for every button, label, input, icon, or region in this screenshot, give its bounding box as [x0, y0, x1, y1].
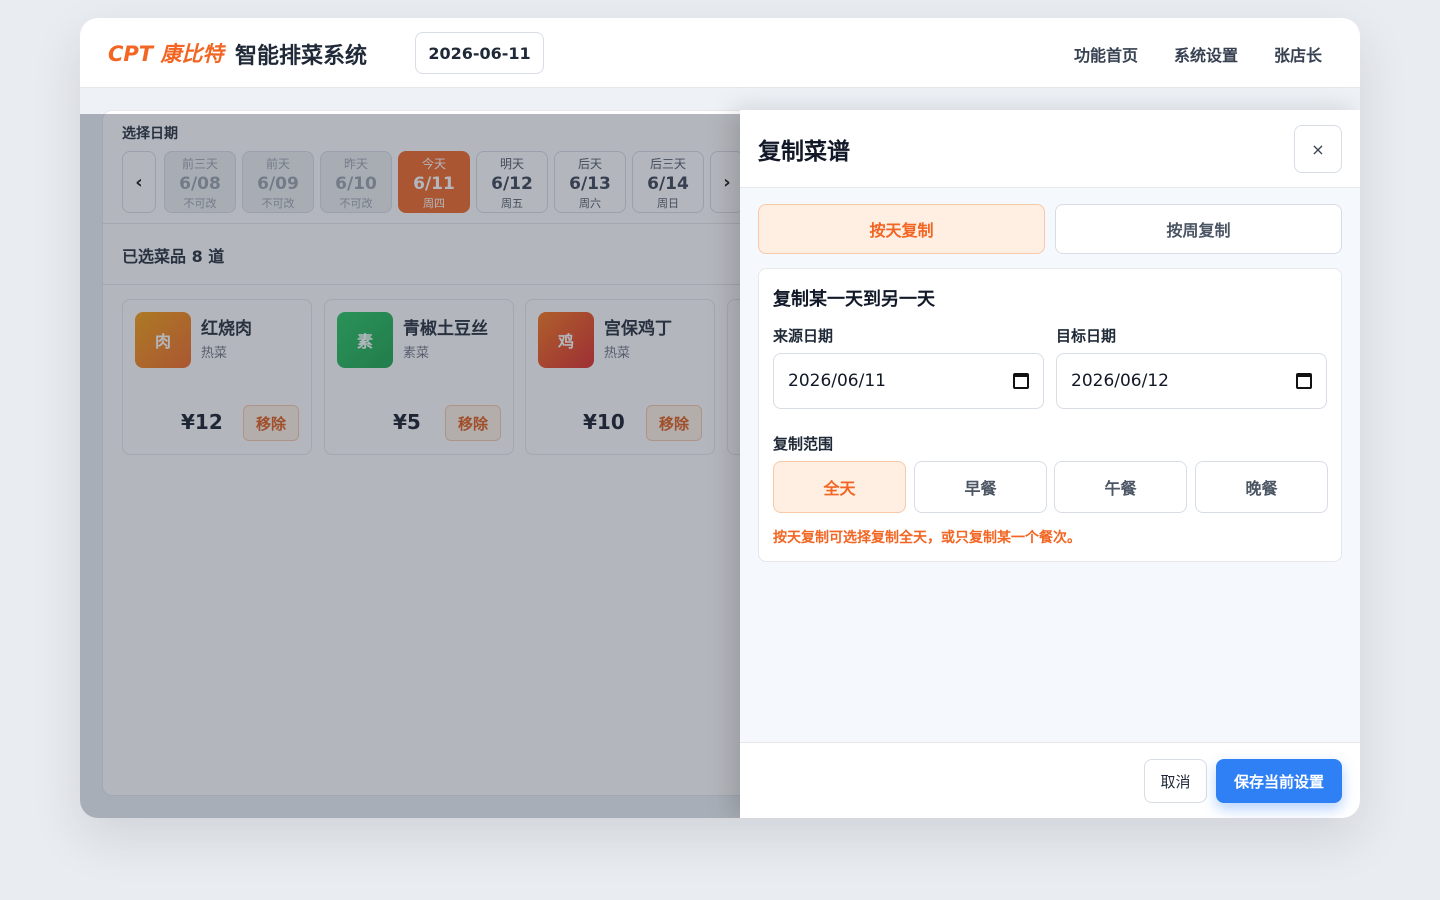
nav-settings[interactable]: 系统设置 — [1174, 42, 1238, 66]
close-button[interactable]: × — [1294, 125, 1342, 173]
app-title: 智能排菜系统 — [235, 44, 368, 69]
calendar-icon[interactable] — [1013, 373, 1029, 389]
calendar-icon[interactable] — [1296, 373, 1312, 389]
drawer-title: 复制菜谱 — [758, 139, 850, 165]
range-dinner-button[interactable]: 晚餐 — [1195, 461, 1328, 513]
range-all-day-button[interactable]: 全天 — [773, 461, 906, 513]
form-title: 复制某一天到另一天 — [773, 289, 935, 310]
target-date-value: 2026/06/12 — [1071, 371, 1169, 391]
app-window: CPT 康比特 智能排菜系统 2026-06-11 功能首页 系统设置 张店长 … — [80, 18, 1360, 818]
target-date-input[interactable]: 2026/06/12 — [1056, 353, 1327, 409]
copy-range-label: 复制范围 — [773, 435, 834, 453]
top-header: CPT 康比特 智能排菜系统 2026-06-11 功能首页 系统设置 张店长 — [80, 18, 1360, 88]
source-date-label: 来源日期 — [773, 327, 834, 345]
source-date-input[interactable]: 2026/06/11 — [773, 353, 1044, 409]
drawer-header: 复制菜谱 × — [740, 110, 1360, 188]
copy-menu-drawer: 复制菜谱 × 按天复制 按周复制 复制某一天到另一天 来源日期 目标日期 202… — [740, 110, 1360, 818]
copy-form-card: 复制某一天到另一天 来源日期 目标日期 2026/06/11 2026/06/1… — [758, 268, 1342, 562]
current-date-chip[interactable]: 2026-06-11 — [415, 32, 544, 74]
range-breakfast-button[interactable]: 早餐 — [914, 461, 1047, 513]
save-settings-button[interactable]: 保存当前设置 — [1216, 759, 1342, 803]
brand-logo: CPT 康比特 — [108, 42, 224, 66]
nav-home[interactable]: 功能首页 — [1074, 42, 1138, 66]
tab-copy-by-day[interactable]: 按天复制 — [758, 204, 1045, 254]
nav-user[interactable]: 张店长 — [1274, 42, 1322, 66]
cancel-button[interactable]: 取消 — [1144, 759, 1207, 803]
source-date-value: 2026/06/11 — [788, 371, 886, 391]
copy-hint-text: 按天复制可选择复制全天，或只复制某一个餐次。 — [773, 530, 1081, 546]
top-nav: 功能首页 系统设置 张店长 — [1074, 42, 1322, 66]
drawer-footer: 取消 保存当前设置 — [740, 742, 1360, 818]
tab-copy-by-week[interactable]: 按周复制 — [1055, 204, 1342, 254]
range-lunch-button[interactable]: 午餐 — [1054, 461, 1187, 513]
target-date-label: 目标日期 — [1056, 327, 1117, 345]
